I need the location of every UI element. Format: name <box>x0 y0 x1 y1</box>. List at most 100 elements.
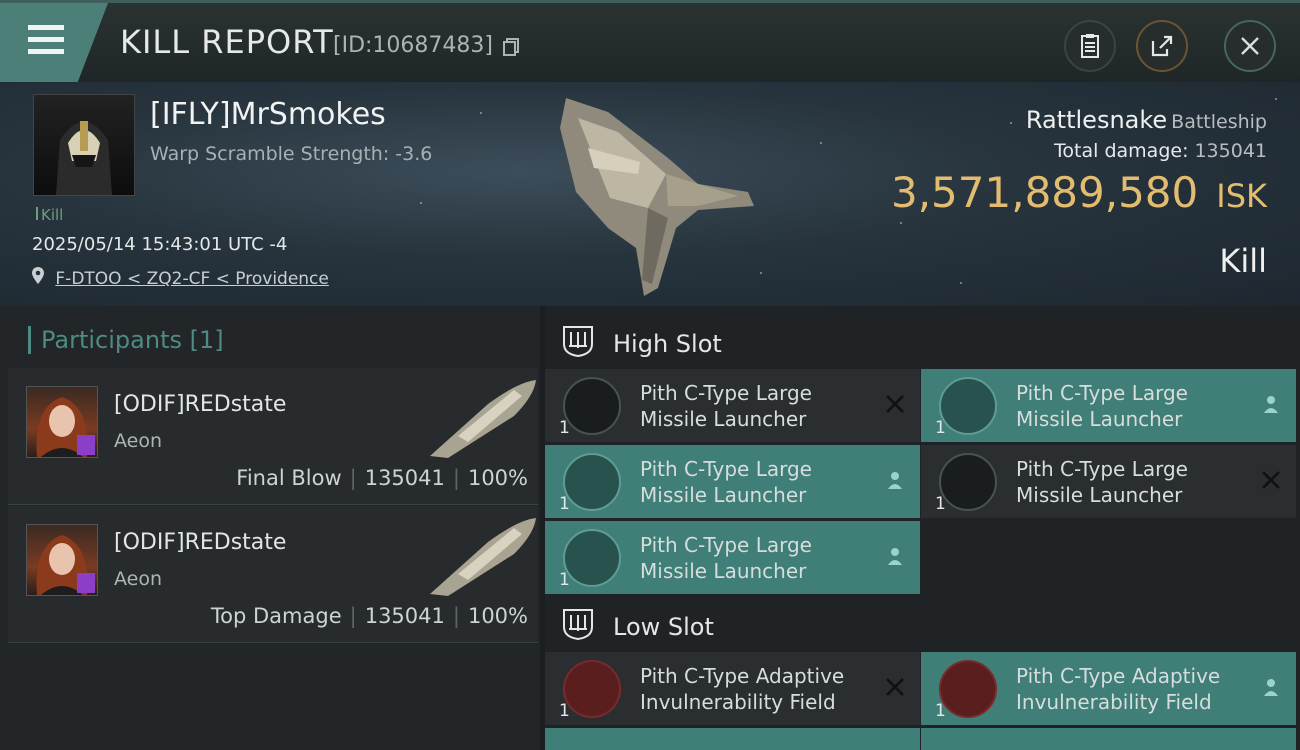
participant-name[interactable]: [ODIF]REDstate <box>114 392 286 417</box>
helmet-portrait-icon <box>56 121 112 195</box>
participant-avatar[interactable] <box>26 524 98 596</box>
missile-launcher-icon <box>563 377 621 435</box>
stat-separator: | <box>349 466 357 490</box>
module-item[interactable]: 1 Pith C-Type Large Missile Launcher <box>921 445 1296 518</box>
missile-launcher-icon <box>939 377 997 435</box>
victim-name[interactable]: [IFLY]MrSmokes <box>150 97 386 132</box>
module-quantity: 1 <box>559 418 570 438</box>
module-item[interactable]: 1 Pith C-Type Large Missile Launcher <box>921 369 1296 442</box>
victim-ship[interactable]: Rattlesnake Battleship <box>1026 106 1267 134</box>
destroyed-icon <box>884 676 906 698</box>
module-name: Pith C-Type Large Missile Launcher <box>640 457 812 507</box>
total-damage-value: 135041 <box>1194 140 1267 162</box>
share-button[interactable] <box>1136 20 1188 72</box>
high-slot-icon <box>563 326 593 358</box>
destroyed-icon <box>1260 469 1282 491</box>
participant-damage: 135041 <box>364 466 445 490</box>
victim-ship-image <box>560 98 754 296</box>
kill-datetime: 2025/05/14 15:43:01 UTC -4 <box>32 234 288 255</box>
isk-value: 3,571,889,580 ISK <box>891 168 1267 217</box>
stat-separator: | <box>349 604 357 628</box>
participant-ship-image <box>430 518 536 596</box>
module-quantity: 1 <box>559 570 570 590</box>
participant-percent: 100% <box>467 466 528 490</box>
participant-role: Top Damage <box>210 604 342 628</box>
fittings-panel: High Slot 1 Pith C-Type Large Missile Lau… <box>545 306 1300 750</box>
module-quantity: 1 <box>559 494 570 514</box>
module-item-partial[interactable] <box>921 728 1296 750</box>
dropped-person-icon <box>884 469 906 491</box>
ship-name: Rattlesnake <box>1025 106 1168 134</box>
isk-unit: ISK <box>1216 177 1267 215</box>
total-damage-label: Total damage: <box>1054 140 1189 162</box>
clipboard-button[interactable] <box>1064 20 1116 72</box>
invulnerability-field-icon <box>939 660 997 718</box>
participant-row[interactable]: [ODIF]REDstate Aeon Final Blow | 135041 | 10… <box>8 368 538 505</box>
low-slot-header: Low Slot <box>545 595 1300 655</box>
kill-location[interactable]: F-DTOO < ZQ2-CF < Providence <box>32 267 329 289</box>
missile-launcher-icon <box>939 453 997 511</box>
module-quantity: 1 <box>935 418 946 438</box>
page-title: KILL REPORT <box>120 23 334 61</box>
clipboard-icon <box>1081 34 1099 58</box>
victim-banner: [IFLY]MrSmokes Warp Scramble Strength: -… <box>0 82 1300 306</box>
result-label: Kill <box>1219 242 1267 280</box>
low-slot-title: Low Slot <box>613 613 714 641</box>
module-name: Pith C-Type Large Missile Launcher <box>1016 457 1188 507</box>
high-slot-header: High Slot <box>545 312 1300 372</box>
participant-stats: Top Damage | 135041 | 100% <box>211 604 528 628</box>
module-item[interactable]: 1 Pith C-Type Large Missile Launcher <box>545 369 920 442</box>
missile-launcher-icon <box>563 453 621 511</box>
victim-avatar[interactable] <box>33 94 135 196</box>
title-bar: KILL REPORT [ID:10687483] <box>0 0 1300 82</box>
participant-name[interactable]: [ODIF]REDstate <box>114 530 286 555</box>
dropped-person-icon <box>1260 393 1282 415</box>
module-item[interactable]: 1 Pith C-Type Adaptive Invulnerability Fi… <box>921 652 1296 725</box>
isk-amount: 3,571,889,580 <box>890 168 1199 217</box>
invulnerability-field-icon <box>563 660 621 718</box>
dropped-person-icon <box>1260 676 1282 698</box>
module-quantity: 1 <box>559 701 570 721</box>
report-id: [ID:10687483] <box>333 33 493 58</box>
corp-badge-icon <box>77 573 95 593</box>
participant-row[interactable]: [ODIF]REDstate Aeon Top Damage | 135041 | 10… <box>8 506 538 643</box>
participant-damage: 135041 <box>364 604 445 628</box>
menu-button[interactable] <box>0 3 108 82</box>
destroyed-icon <box>884 393 906 415</box>
participant-avatar[interactable] <box>26 386 98 458</box>
module-quantity: 1 <box>935 494 946 514</box>
participant-ship: Aeon <box>114 430 163 452</box>
participants-panel: Participants [1] [ODIF]REDstate Aeon Fin… <box>0 306 540 750</box>
warp-scramble-strength: Warp Scramble Strength: -3.6 <box>150 143 433 165</box>
module-name: Pith C-Type Adaptive Invulnerability Fiel… <box>640 664 845 714</box>
close-button[interactable] <box>1224 20 1276 72</box>
corp-badge-icon <box>77 435 95 455</box>
stat-separator: | <box>452 604 460 628</box>
stat-separator: | <box>452 466 460 490</box>
participant-role: Final Blow <box>236 466 342 490</box>
hamburger-menu-icon <box>28 25 64 55</box>
module-name: Pith C-Type Large Missile Launcher <box>640 533 812 583</box>
participants-header: Participants [1] <box>28 326 224 354</box>
module-quantity: 1 <box>935 701 946 721</box>
participant-ship: Aeon <box>114 568 163 590</box>
missile-launcher-icon <box>563 529 621 587</box>
module-item[interactable]: 1 Pith C-Type Large Missile Launcher <box>545 521 920 594</box>
high-slot-title: High Slot <box>613 330 722 358</box>
copy-icon[interactable] <box>503 38 519 56</box>
module-item[interactable]: 1 Pith C-Type Adaptive Invulnerability Fi… <box>545 652 920 725</box>
module-item-partial[interactable] <box>545 728 920 750</box>
location-link[interactable]: F-DTOO < ZQ2-CF < Providence <box>55 269 328 289</box>
dropped-person-icon <box>884 545 906 567</box>
low-slot-icon <box>563 609 593 641</box>
module-item[interactable]: 1 Pith C-Type Large Missile Launcher <box>545 445 920 518</box>
participants-count: [1] <box>189 326 224 354</box>
participants-title: Participants <box>41 326 182 354</box>
close-icon <box>1241 37 1259 55</box>
module-name: Pith C-Type Large Missile Launcher <box>1016 381 1188 431</box>
location-pin-icon <box>32 267 44 284</box>
participant-ship-image <box>430 380 536 458</box>
participant-stats: Final Blow | 135041 | 100% <box>236 466 528 490</box>
ship-class: Battleship <box>1171 111 1267 133</box>
share-icon <box>1151 35 1173 57</box>
